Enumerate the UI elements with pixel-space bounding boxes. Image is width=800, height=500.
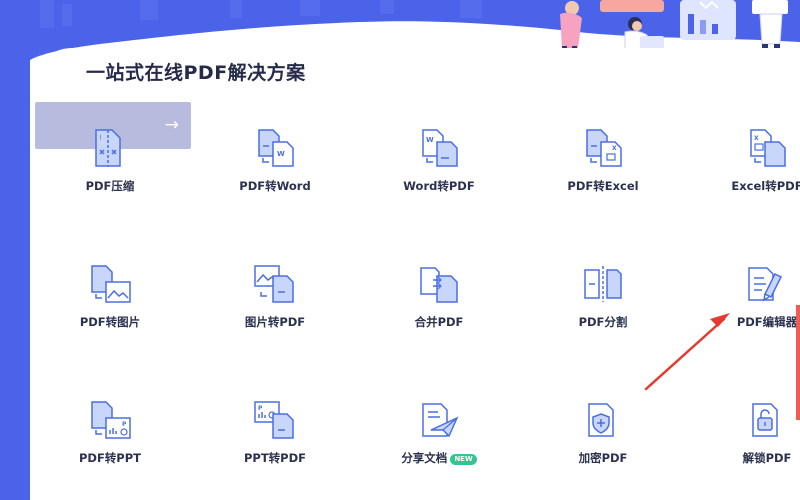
svg-text:P: P <box>122 421 127 428</box>
ppt-to-pdf-icon: P <box>254 401 294 439</box>
pdf-to-word-icon: W <box>258 129 294 167</box>
pdf-to-ppt-icon: P <box>91 401 131 439</box>
tool-label: Word转PDF <box>403 179 475 193</box>
tool-label: PDF转图片 <box>79 315 141 329</box>
tool-pdf-to-word[interactable]: W PDF转Word <box>210 128 340 218</box>
tool-label: PDF压缩 <box>85 179 135 193</box>
tool-label: PPT转PDF <box>243 451 307 465</box>
tool-merge-pdf[interactable]: 合并PDF <box>374 264 504 354</box>
tool-encrypt-pdf[interactable]: 加密PDF <box>538 400 668 490</box>
tool-excel-to-pdf[interactable]: X Excel转PDF <box>702 128 800 218</box>
annotation-arrow <box>644 313 730 391</box>
tool-share-doc[interactable]: 分享文档 NEW <box>374 400 504 490</box>
tool-label: 合并PDF <box>414 315 464 329</box>
pdf-to-excel-icon: X <box>586 129 622 167</box>
tool-ppt-to-pdf[interactable]: P PPT转PDF <box>210 400 340 490</box>
image-to-pdf-icon <box>254 265 294 303</box>
unlock-icon <box>752 403 778 437</box>
pdf-to-image-icon <box>91 265 131 303</box>
tool-unlock-pdf[interactable]: 解锁PDF <box>702 400 800 490</box>
new-badge: NEW <box>450 454 477 465</box>
tool-pdf-to-ppt[interactable]: P PDF转PPT <box>45 400 175 490</box>
merge-icon <box>420 267 458 303</box>
tool-label: PDF转PPT <box>78 451 142 465</box>
tool-image-to-pdf[interactable]: 图片转PDF <box>210 264 340 354</box>
page-title: 一站式在线PDF解决方案 <box>86 62 306 84</box>
tool-label: 加密PDF <box>578 451 628 465</box>
edit-icon <box>748 267 783 302</box>
tool-label-text: 分享文档 <box>401 451 448 465</box>
tool-pdf-compress[interactable]: ! PDF压缩 <box>45 128 175 218</box>
tool-label: 分享文档 NEW <box>374 450 504 466</box>
excel-to-pdf-icon: X <box>750 129 786 167</box>
svg-text:W: W <box>426 136 434 144</box>
tool-label: 图片转PDF <box>244 315 306 329</box>
tool-label: 解锁PDF <box>742 451 792 465</box>
tool-label: Excel转PDF <box>731 179 800 193</box>
tool-label: PDF转Word <box>239 179 311 193</box>
tool-label: PDF转Excel <box>567 179 639 193</box>
tool-pdf-to-excel[interactable]: X PDF转Excel <box>538 128 668 218</box>
tool-word-to-pdf[interactable]: W Word转PDF <box>374 128 504 218</box>
share-icon <box>422 403 459 438</box>
encrypt-icon <box>588 403 614 437</box>
split-icon <box>584 266 622 302</box>
svg-text:!: ! <box>99 134 102 142</box>
compress-icon: ! <box>95 129 121 167</box>
word-to-pdf-icon: W <box>422 129 458 167</box>
side-marker <box>796 305 800 420</box>
svg-text:W: W <box>277 150 285 158</box>
tool-pdf-to-image[interactable]: PDF转图片 <box>45 264 175 354</box>
svg-text:P: P <box>258 405 263 412</box>
svg-text:X: X <box>612 145 617 152</box>
svg-text:X: X <box>754 135 759 142</box>
